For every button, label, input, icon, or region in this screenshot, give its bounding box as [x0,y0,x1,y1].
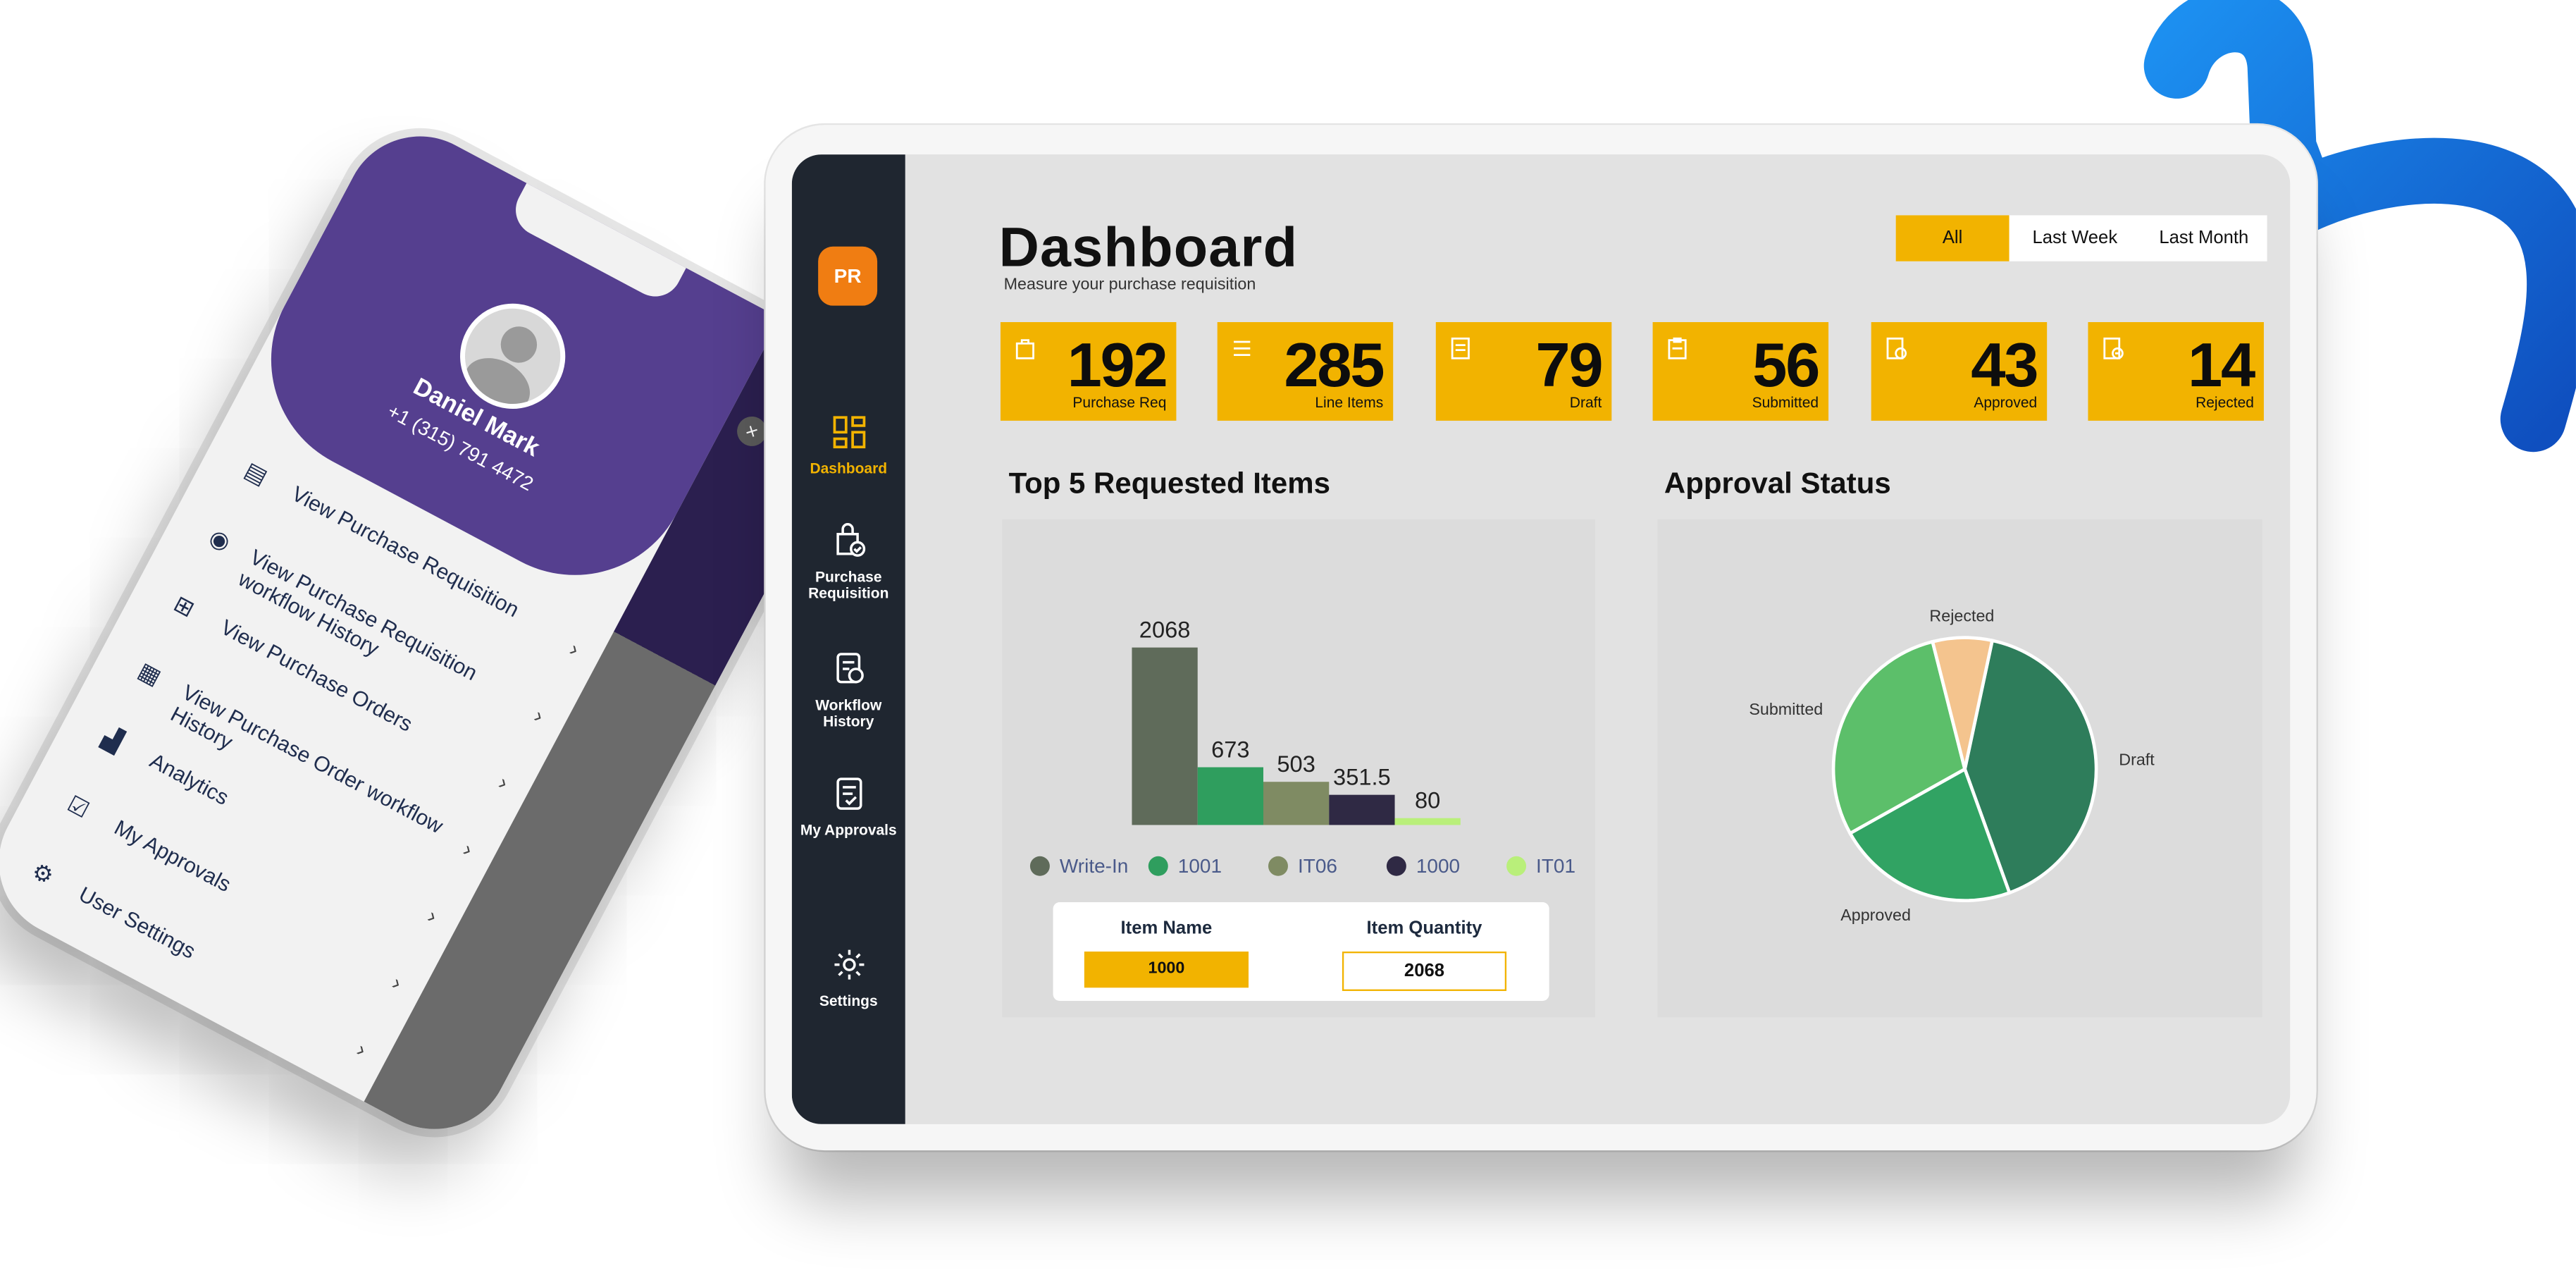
bag-check-icon [836,523,865,557]
bar-data-label: 80 [1415,787,1440,813]
sidebar-item-settings[interactable]: Settings [792,947,905,1009]
legend-label: IT06 [1297,854,1337,878]
document-icon [1451,337,1470,359]
gear-icon [834,949,864,980]
kpi-value: 79 [1535,331,1603,401]
item-name-header: Item Name [1120,918,1213,939]
approvals-icon [836,777,862,810]
bar-IT06[interactable] [1263,782,1330,825]
kpi-label: Submitted [1752,394,1819,411]
phone-mockup: Daniel Mark +1 (315) 791 4472 × ▤ View Pu… [0,109,882,1156]
legend-item-Write-In[interactable]: Write-In [1029,854,1129,878]
kpi-value: 43 [1971,331,2038,401]
legend-swatch [1148,856,1168,876]
bar-data-label: 673 [1211,737,1249,763]
workflow-icon [836,653,863,684]
kpi-label: Rejected [2196,394,2254,411]
sidebar-item-workflow-history[interactable]: Workflow History [792,651,905,730]
bag-icon [1015,339,1034,359]
pie-label: Submitted [1749,700,1823,718]
app-logo[interactable]: PR [818,246,878,306]
sidebar-item-label: Workflow History [815,696,882,730]
approval-status-title: Approval Status [1664,467,1891,500]
legend-swatch [1268,856,1288,876]
sidebar-item-label: My Approvals [800,821,897,839]
phone-notch [506,183,686,306]
kpi-purchase-req[interactable]: 192 Purchase Req [1000,321,1177,421]
kpi-rejected[interactable]: 14 Rejected [2088,321,2264,421]
kpi-draft[interactable]: 79 Draft [1435,321,1612,421]
top-items-bar-chart: 2068 673 503 351.5 80 [1132,617,1461,825]
approval-status-pie-chart: Draft Approved Submitted Rejected [1749,606,2155,924]
kpi-value: 56 [1752,331,1820,401]
item-name-value: 1000 [1084,951,1249,988]
filter-all[interactable]: All [1895,215,2010,261]
chevron-right-icon: › [495,770,513,795]
kpi-label: Draft [1569,394,1602,411]
top-items-title: Top 5 Requested Items [1008,467,1330,500]
legend-swatch [1386,856,1406,876]
rejected-document-icon [2103,337,2124,359]
kpi-label: Line Items [1315,394,1384,411]
legend-item-IT01[interactable]: IT01 [1506,854,1575,878]
kpi-line-items[interactable]: 285 Line Items [1217,321,1394,421]
bar-data-label: 503 [1277,751,1315,777]
sidebar-item-label: Purchase Requisition [808,568,889,602]
legend-label: 1000 [1416,854,1461,878]
filter-last-month[interactable]: Last Month [2141,215,2267,261]
legend-label: IT01 [1536,854,1576,878]
bar-Write-In[interactable] [1132,647,1198,825]
sidebar-item-label: Dashboard [810,460,888,477]
item-detail-card: Item Name Item Quantity 1000 2068 [1053,902,1549,1001]
pie-label: Approved [1840,906,1911,924]
legend-item-1000[interactable]: 1000 [1386,854,1461,878]
item-quantity-value: 2068 [1342,951,1507,991]
sidebar-item-my-approvals[interactable]: My Approvals [792,776,905,839]
tablet-screen: PR Dashboard Purchase Requisition Workfl… [791,154,2291,1124]
kpi-label: Approved [1974,394,2038,411]
chevron-right-icon: › [565,636,584,662]
legend-label: Write-In [1059,854,1129,878]
document-search-icon: ▤ [240,456,273,490]
sidebar-item-dashboard[interactable]: Dashboard [792,414,905,477]
chevron-right-icon: › [388,970,407,995]
chevron-right-icon: › [423,903,442,929]
sidebar-item-purchase-requisition[interactable]: Purchase Requisition [792,522,905,601]
kpi-submitted[interactable]: 56 Submitted [1652,321,1829,421]
kpi-label: Purchase Req [1072,394,1167,411]
kpi-value: 14 [2188,331,2255,401]
kpi-approved[interactable]: 43 Approved [1871,321,2048,421]
bar-1001[interactable] [1197,767,1264,825]
bar-chart-legend: Write-In 1001 IT06 1000 IT01 [1029,854,1575,880]
legend-swatch [1029,856,1050,876]
legend-label: 1001 [1177,854,1222,878]
dashboard-icon [832,416,865,449]
legend-item-1001[interactable]: 1001 [1148,854,1222,878]
filter-last-week[interactable]: Last Week [2010,215,2141,261]
item-quantity-header: Item Quantity [1366,918,1482,939]
pie-label: Draft [2119,751,2155,769]
page-title: Dashboard [998,216,1299,280]
sidebar-item-label: Settings [819,992,878,1009]
clipboard-icon [1668,337,1687,359]
pie-label: Rejected [1929,606,1994,624]
bar-data-label: 351.5 [1333,764,1391,790]
legend-item-IT06[interactable]: IT06 [1268,854,1337,878]
kpi-value: 192 [1067,331,1168,401]
list-icon [1234,340,1251,357]
bar-data-label: 2068 [1139,617,1191,643]
legend-swatch [1506,856,1527,876]
sidebar: PR Dashboard Purchase Requisition Workfl… [791,154,905,1124]
chevron-right-icon: › [352,1036,371,1062]
bar-1000[interactable] [1329,794,1395,825]
kpi-value: 285 [1284,331,1385,401]
approved-document-icon [1886,337,1907,359]
date-filter: All Last Week Last Month [1895,215,2267,261]
bar-IT01[interactable] [1394,818,1461,825]
page-subtitle: Measure your purchase requisition [1003,276,1256,295]
